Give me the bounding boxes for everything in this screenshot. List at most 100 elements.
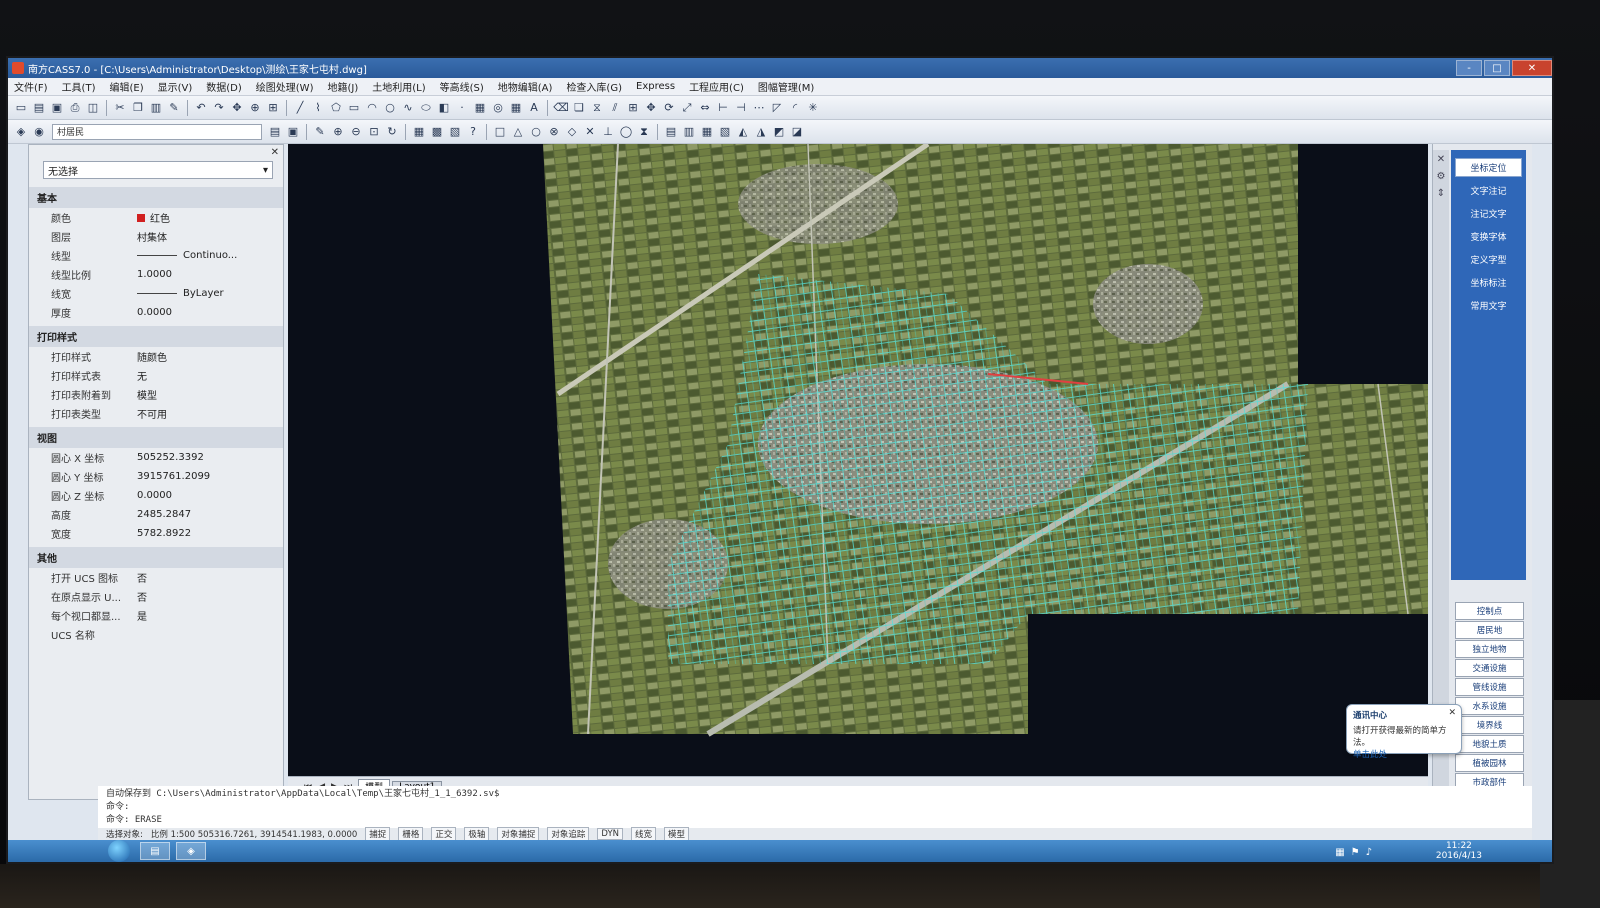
redo-icon[interactable]: ↷ — [212, 101, 226, 115]
status-snap-button[interactable]: 捕捉 — [365, 827, 391, 841]
category-item[interactable]: 地貌土质 — [1455, 735, 1524, 753]
palette-item[interactable]: 坐标定位 — [1455, 158, 1522, 177]
print-icon[interactable]: ⎙ — [68, 101, 82, 115]
category-item[interactable]: 植被园林 — [1455, 754, 1524, 772]
category-item[interactable]: 控制点 — [1455, 602, 1524, 620]
command-prompt[interactable]: 选择对象: — [106, 828, 143, 840]
menu-view[interactable]: 显示(V) — [158, 79, 193, 94]
circle-icon[interactable]: ○ — [383, 101, 397, 115]
prop-row-linetype-scale[interactable]: 线型比例 1.0000 — [29, 265, 283, 284]
help-icon[interactable]: ? — [466, 125, 480, 139]
block-icon[interactable]: ◧ — [437, 101, 451, 115]
hatch-icon[interactable]: ▦ — [473, 101, 487, 115]
prop-row[interactable]: 打开 UCS 图标 否 — [29, 568, 283, 587]
section-view[interactable]: 视图 — [29, 427, 283, 448]
status-lineweight-button[interactable]: 线宽 — [631, 827, 657, 841]
new-icon[interactable]: ▭ — [14, 101, 28, 115]
menu-engineering[interactable]: 工程应用(C) — [689, 79, 744, 94]
tool-palette-icon[interactable]: ▧ — [448, 125, 462, 139]
prop-row-layer[interactable]: 图层 村集体 — [29, 227, 283, 246]
selection-dropdown[interactable]: 无选择 ▾ — [43, 161, 273, 179]
cass-tool-7-icon[interactable]: ◩ — [772, 125, 786, 139]
snap-intersection-icon[interactable]: ✕ — [583, 125, 597, 139]
snap-midpoint-icon[interactable]: △ — [511, 125, 525, 139]
explode-icon[interactable]: ✳ — [806, 101, 820, 115]
section-basic[interactable]: 基本 — [29, 187, 283, 208]
minimize-button[interactable]: - — [1456, 60, 1482, 76]
layer-state-icon[interactable]: ◉ — [32, 125, 46, 139]
prop-row[interactable]: 圆心 X 坐标 505252.3392 — [29, 448, 283, 467]
cass-tool-4-icon[interactable]: ▧ — [718, 125, 732, 139]
prop-row[interactable]: 在原点显示 U... 否 — [29, 587, 283, 606]
pan-icon[interactable]: ✥ — [230, 101, 244, 115]
layer-previous-icon[interactable]: ▣ — [286, 125, 300, 139]
category-item[interactable]: 独立地物 — [1455, 640, 1524, 658]
polygon-icon[interactable]: ⬠ — [329, 101, 343, 115]
command-window[interactable]: 自动保存到 C:\Users\Administrator\AppData\Loc… — [98, 786, 1532, 830]
status-ortho-button[interactable]: 正交 — [431, 827, 457, 841]
scale-icon[interactable]: ⤢ — [680, 101, 694, 115]
offset-icon[interactable]: ⫽ — [608, 101, 622, 115]
menu-check[interactable]: 检查入库(G) — [566, 79, 622, 94]
prop-row[interactable]: 打印表附着到 模型 — [29, 385, 283, 404]
notification-close-icon[interactable]: ✕ — [1448, 708, 1456, 718]
chamfer-icon[interactable]: ◸ — [770, 101, 784, 115]
menu-landuse[interactable]: 土地利用(L) — [372, 79, 425, 94]
snap-nearest-icon[interactable]: ⧗ — [637, 125, 651, 139]
menu-tools[interactable]: 工具(T) — [62, 79, 96, 94]
system-clock[interactable]: 11:22 2016/4/13 — [1436, 841, 1482, 861]
panel-close-icon[interactable]: ✕ — [271, 147, 279, 158]
cass-tool-6-icon[interactable]: ◮ — [754, 125, 768, 139]
palette-close-icon[interactable]: ✕ — [1437, 154, 1445, 165]
maximize-button[interactable]: □ — [1484, 60, 1510, 76]
match-icon[interactable]: ✎ — [167, 101, 181, 115]
break-icon[interactable]: ⋯ — [752, 101, 766, 115]
cass-tool-1-icon[interactable]: ▤ — [664, 125, 678, 139]
pencil-icon[interactable]: ✎ — [313, 125, 327, 139]
close-button[interactable]: ✕ — [1512, 60, 1552, 76]
redraw-icon[interactable]: ↻ — [385, 125, 399, 139]
snap-endpoint-icon[interactable]: □ — [493, 125, 507, 139]
category-item[interactable]: 交通设施 — [1455, 659, 1524, 677]
snap-node-icon[interactable]: ⊗ — [547, 125, 561, 139]
layer-manager-icon[interactable]: ◈ — [14, 125, 28, 139]
line-icon[interactable]: ╱ — [293, 101, 307, 115]
palette-pin-icon[interactable]: ⇕ — [1437, 188, 1445, 199]
prop-row[interactable]: UCS 名称 — [29, 625, 283, 644]
cass-taskbar-icon[interactable]: ◈ — [176, 842, 206, 860]
palette-settings-icon[interactable]: ⚙ — [1437, 171, 1446, 182]
palette-item[interactable]: 定义字型 — [1455, 250, 1522, 269]
status-grid-button[interactable]: 栅格 — [398, 827, 424, 841]
category-item[interactable]: 水系设施 — [1455, 697, 1524, 715]
prop-row-thickness[interactable]: 厚度 0.0000 — [29, 303, 283, 322]
prop-row[interactable]: 宽度 5782.8922 — [29, 524, 283, 543]
snap-tangent-icon[interactable]: ◯ — [619, 125, 633, 139]
text-icon[interactable]: A — [527, 101, 541, 115]
network-icon[interactable]: ▦ — [1335, 847, 1344, 858]
prop-row[interactable]: 每个视口都显... 是 — [29, 606, 283, 625]
prop-row[interactable]: 圆心 Y 坐标 3915761.2099 — [29, 467, 283, 486]
point-icon[interactable]: · — [455, 101, 469, 115]
undo-icon[interactable]: ↶ — [194, 101, 208, 115]
palette-item[interactable]: 变换字体 — [1455, 227, 1522, 246]
menu-draw[interactable]: 绘图处理(W) — [256, 79, 314, 94]
zoom-extents-icon[interactable]: ⊡ — [367, 125, 381, 139]
copy-icon[interactable]: ❐ — [131, 101, 145, 115]
menu-express[interactable]: Express — [636, 81, 675, 92]
explorer-taskbar-icon[interactable]: ▤ — [140, 842, 170, 860]
move-icon[interactable]: ✥ — [644, 101, 658, 115]
paste-icon[interactable]: ▥ — [149, 101, 163, 115]
cass-tool-8-icon[interactable]: ◪ — [790, 125, 804, 139]
copy-object-icon[interactable]: ❏ — [572, 101, 586, 115]
notification-balloon[interactable]: 通讯中心 ✕ 请打开获得最新的简单方法。 单击此处 — [1346, 704, 1462, 760]
zoom-icon[interactable]: ⊕ — [248, 101, 262, 115]
status-dyn-button[interactable]: DYN — [597, 828, 624, 840]
zoom-window-icon[interactable]: ⊞ — [266, 101, 280, 115]
status-model-button[interactable]: 模型 — [664, 827, 690, 841]
stretch-icon[interactable]: ⇔ — [698, 101, 712, 115]
menu-contour[interactable]: 等高线(S) — [440, 79, 484, 94]
snap-quadrant-icon[interactable]: ◇ — [565, 125, 579, 139]
zoom-out-icon[interactable]: ⊖ — [349, 125, 363, 139]
start-button[interactable] — [108, 840, 130, 862]
save-icon[interactable]: ▣ — [50, 101, 64, 115]
